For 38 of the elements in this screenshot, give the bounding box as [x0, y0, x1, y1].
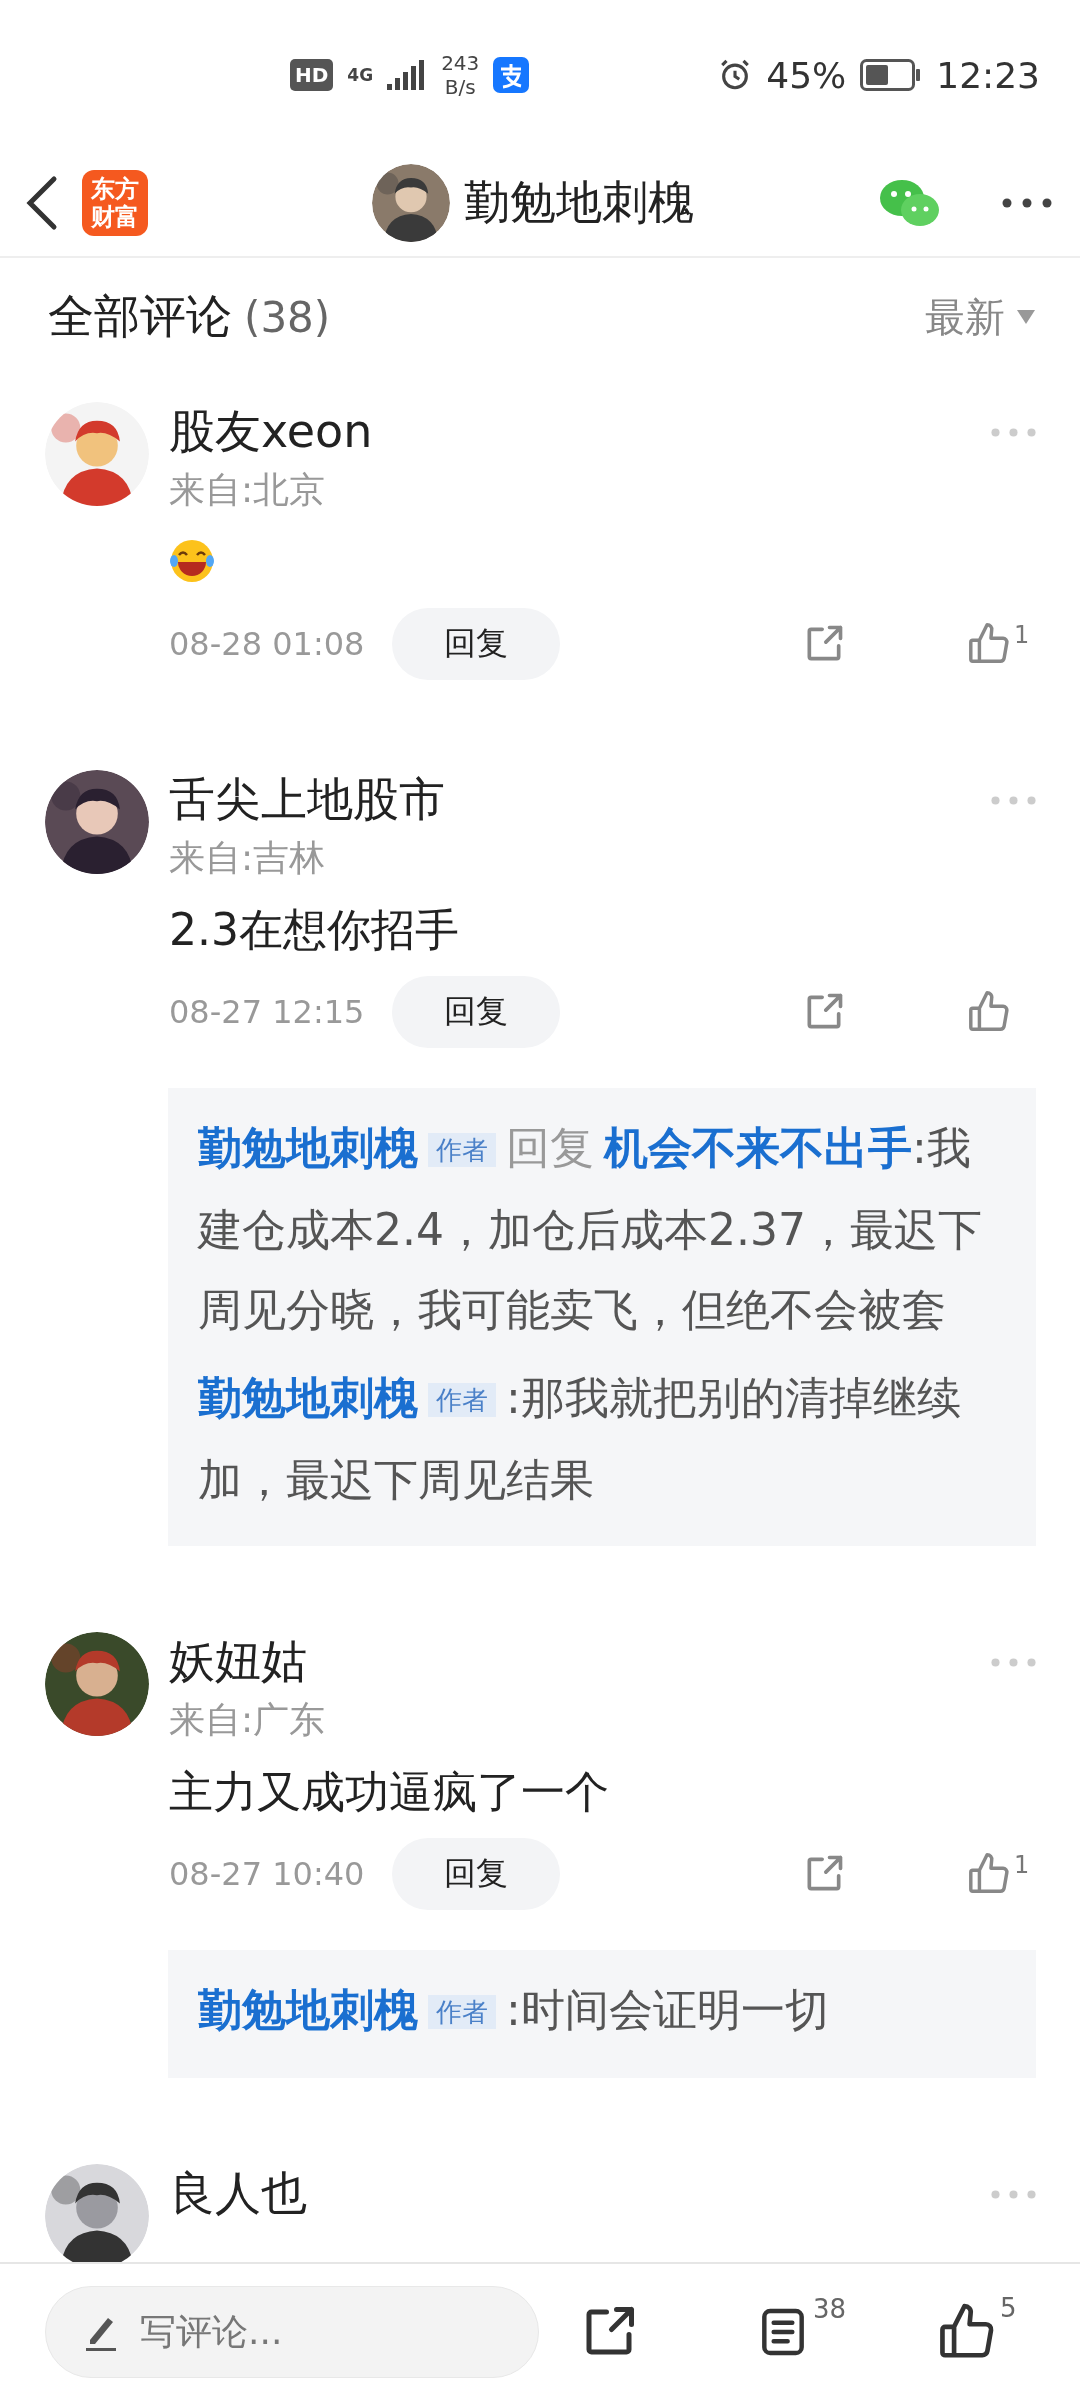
- commenter-location: 来自:北京: [169, 468, 327, 512]
- commenter-name: 良人也: [169, 2165, 308, 2222]
- like-total: 5: [1000, 2293, 1017, 2323]
- more-icon[interactable]: [1002, 198, 1052, 208]
- battery-icon: [860, 59, 923, 91]
- network-type: 4G: [347, 66, 374, 84]
- comment-time: 08-27 10:40: [169, 1855, 365, 1893]
- battery-percent: 45%: [766, 54, 847, 96]
- dropdown-caret-icon[interactable]: [1017, 310, 1035, 324]
- comment-time: 08-27 12:15: [169, 993, 365, 1031]
- comment-time: 08-28 01:08: [169, 625, 365, 663]
- page-title: 勤勉地刺槐: [464, 174, 694, 231]
- chat-bubbles-icon[interactable]: [878, 178, 940, 228]
- comment-count: (38): [244, 292, 331, 342]
- commenter-name: 妖妞姑: [169, 1633, 308, 1690]
- app-logo: 东方 财富: [82, 170, 148, 236]
- reply-button[interactable]: 回复: [392, 976, 561, 1048]
- speed-unit: B/s: [444, 75, 476, 99]
- network-speed: 243: [441, 51, 480, 75]
- clock-time: 12:23: [936, 54, 1040, 96]
- hd-indicator: HD: [290, 59, 334, 91]
- comment-input[interactable]: 写评论...: [45, 2286, 539, 2378]
- comment-text: 主力又成功逼疯了一个: [169, 1765, 610, 1819]
- reply-button[interactable]: 回复: [392, 1838, 561, 1910]
- comment-text: 2.3在想你招手: [169, 903, 460, 957]
- commenter-location: 来自:吉林: [169, 836, 327, 880]
- commenter-location: 来自:广东: [169, 1698, 327, 1742]
- commenter-name: 舌尖上地股市: [169, 771, 446, 828]
- laughing-emoji-icon: [169, 538, 215, 584]
- back-icon[interactable]: [24, 175, 58, 231]
- payment-app-icon: [493, 57, 530, 93]
- commenter-name: 股友xeon: [169, 403, 374, 460]
- reply-button[interactable]: 回复: [392, 608, 561, 680]
- section-title: 全部评论: [48, 288, 232, 345]
- like-count: 1: [1014, 621, 1030, 649]
- comment-total: 38: [813, 2294, 847, 2324]
- sort-option[interactable]: 最新: [925, 289, 1005, 345]
- like-count: 1: [1014, 1851, 1030, 1879]
